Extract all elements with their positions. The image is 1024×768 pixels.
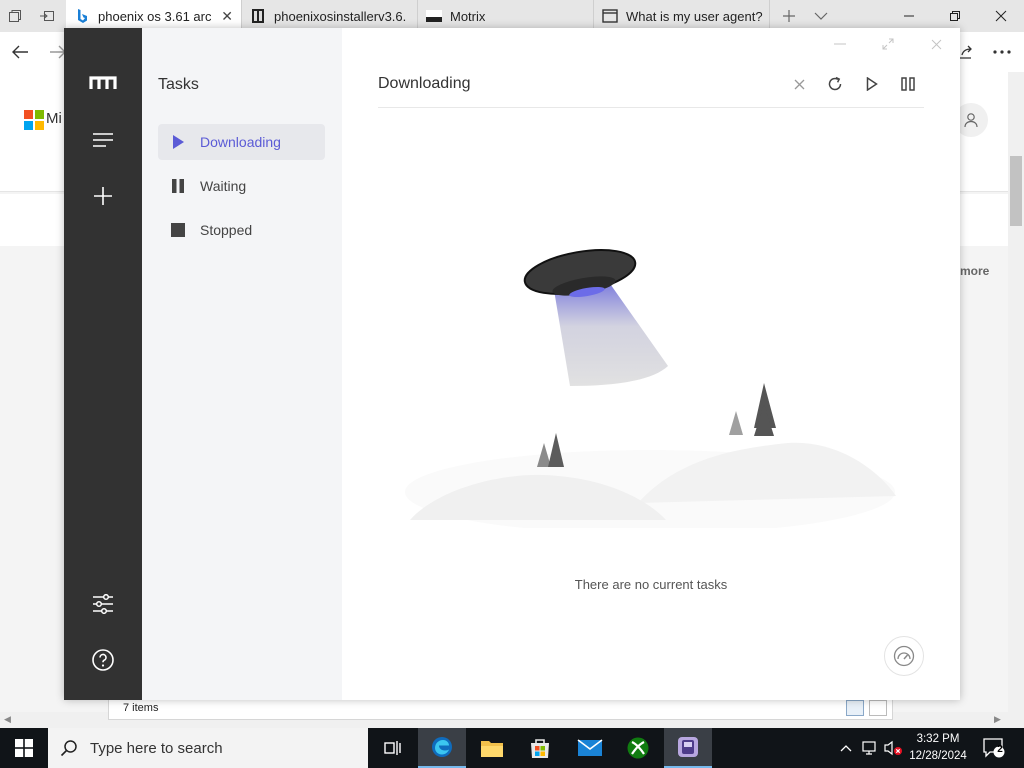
large-icons-view-icon[interactable] <box>869 700 887 716</box>
motrix-logo-icon[interactable] <box>88 68 118 98</box>
filter-item-waiting[interactable]: Waiting <box>158 168 325 204</box>
edge-icon <box>432 737 452 757</box>
resume-all-icon[interactable] <box>862 74 882 94</box>
start-button[interactable] <box>0 728 48 768</box>
vertical-scrollbar[interactable] <box>1008 72 1024 728</box>
close-window-button[interactable] <box>978 0 1024 32</box>
add-task-icon[interactable] <box>88 181 118 211</box>
ufo-empty-illustration <box>405 249 896 528</box>
scroll-right-icon[interactable]: ▶ <box>994 714 1001 725</box>
more-options-icon[interactable] <box>990 40 1014 64</box>
filter-item-label: Stopped <box>200 222 253 238</box>
taskbar-mail[interactable] <box>566 728 614 768</box>
items-count: 7 items <box>123 702 159 714</box>
taskbar-motrix[interactable] <box>664 728 712 768</box>
windows-logo-icon <box>15 739 33 757</box>
subnav-title: Tasks <box>158 76 199 93</box>
clock-time: 3:32 PM <box>916 733 960 745</box>
taskbar-search[interactable]: Type here to search <box>48 728 368 768</box>
network-icon <box>862 741 876 755</box>
filter-item-stopped[interactable]: Stopped <box>158 212 325 248</box>
motrix-window: Tasks Downloading Waiting Stopped Downlo… <box>64 28 960 700</box>
taskbar-edge[interactable] <box>418 728 466 768</box>
task-list-panel: Downloading There are no current tasks <box>342 28 960 700</box>
motrix-sidebar <box>64 28 142 700</box>
clock-date: 12/28/2024 <box>909 750 967 762</box>
filter-item-label: Waiting <box>200 178 247 194</box>
scroll-left-icon[interactable]: ◀ <box>4 714 11 725</box>
details-view-icon[interactable] <box>846 700 864 716</box>
new-tab-icon[interactable] <box>780 7 798 25</box>
chevron-up-icon <box>840 745 852 752</box>
motrix-maximize-button[interactable] <box>876 34 900 54</box>
microsoft-logo-icon <box>24 110 44 130</box>
bing-icon <box>74 8 90 24</box>
motrix-minimize-button[interactable] <box>828 34 852 54</box>
motrix-app-icon <box>678 737 698 757</box>
window-icon <box>602 8 618 24</box>
site-name-text: Mi <box>46 110 62 127</box>
header-divider <box>378 107 924 108</box>
show-hidden-icons-button[interactable] <box>836 728 856 768</box>
motrix-tab-icon <box>426 8 442 24</box>
help-icon[interactable] <box>88 645 118 675</box>
close-tab-icon[interactable]: ✕ <box>221 8 233 25</box>
back-button[interactable] <box>8 40 32 64</box>
explorer-status-bar: 7 items <box>108 697 893 720</box>
taskbar-xbox[interactable] <box>614 728 662 768</box>
taskbar-file-explorer[interactable] <box>468 728 516 768</box>
refresh-icon[interactable] <box>825 74 845 94</box>
more-link[interactable]: more <box>960 264 989 278</box>
tab-actions-icon[interactable] <box>6 7 24 25</box>
task-view-button[interactable] <box>368 728 416 768</box>
store-icon <box>531 739 549 758</box>
search-icon <box>60 740 77 757</box>
folder-icon <box>481 741 503 757</box>
volume-muted-icon <box>884 740 902 756</box>
pause-all-icon[interactable] <box>898 74 918 94</box>
speedometer-button[interactable] <box>884 636 924 676</box>
filter-item-downloading[interactable]: Downloading <box>158 124 325 160</box>
mail-icon <box>577 739 603 756</box>
motrix-close-button[interactable] <box>924 34 948 54</box>
task-filter-panel: Tasks Downloading Waiting Stopped <box>142 28 342 700</box>
taskbar-clock[interactable]: 3:32 PM 12/28/2024 <box>904 731 972 765</box>
action-center-button[interactable]: 2 <box>978 728 1010 768</box>
filter-item-label: Downloading <box>200 134 281 150</box>
empty-state-text: There are no current tasks <box>574 577 728 592</box>
tab-title: Motrix <box>450 8 486 24</box>
windows-taskbar: Type here to search 3:32 PM 12/28/2024 2 <box>0 728 1024 768</box>
notification-count: 2 <box>997 744 1003 755</box>
tab-title: phoenix os 3.61 arc <box>98 8 212 24</box>
page-title: Downloading <box>378 75 471 92</box>
tab-title: What is my user agent? <box>626 8 763 24</box>
delete-tasks-icon[interactable] <box>789 74 809 94</box>
tab-title: phoenixosinstallerv3.6. <box>274 8 407 24</box>
set-tabs-aside-icon[interactable] <box>38 7 56 25</box>
archive-icon <box>250 8 266 24</box>
task-view-icon <box>384 741 401 755</box>
play-icon <box>170 134 186 150</box>
search-placeholder: Type here to search <box>90 739 223 757</box>
xbox-icon <box>627 737 649 759</box>
scrollbar-thumb[interactable] <box>1010 156 1022 226</box>
stop-icon <box>170 222 186 238</box>
taskbar-store[interactable] <box>516 728 564 768</box>
speedometer-icon <box>893 645 915 667</box>
tab-preview-chevron-icon[interactable] <box>812 7 830 25</box>
pause-icon <box>170 178 186 194</box>
preferences-icon[interactable] <box>88 589 118 619</box>
menu-icon[interactable] <box>88 125 118 155</box>
volume-status[interactable] <box>882 728 904 768</box>
network-status[interactable] <box>860 728 882 768</box>
